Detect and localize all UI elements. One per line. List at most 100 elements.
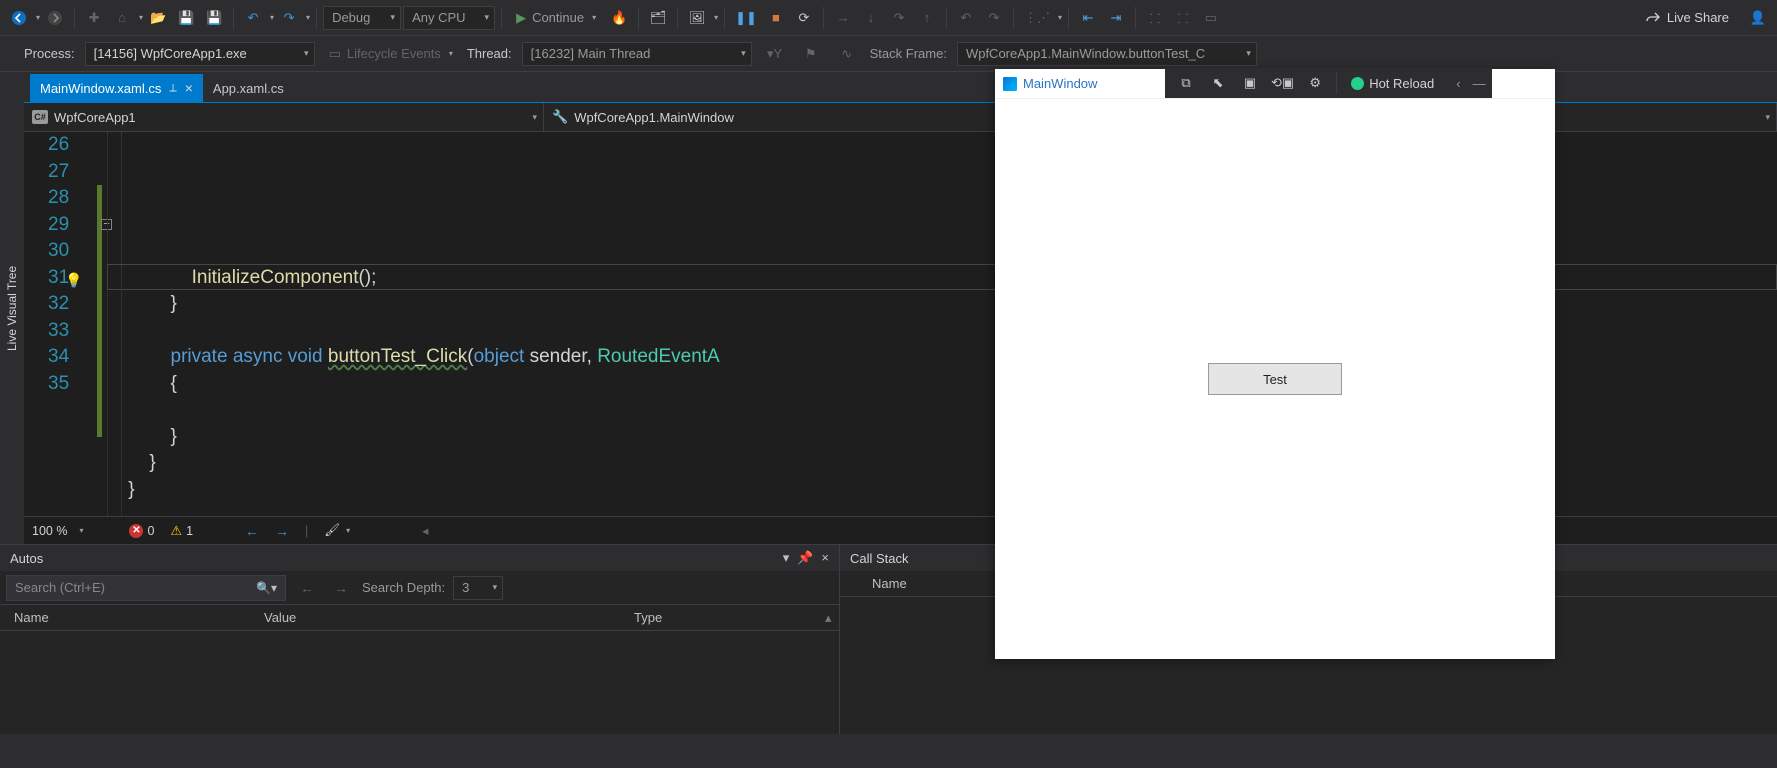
lifecycle-events-button[interactable]: ▭ Lifecycle Events ▾ bbox=[325, 41, 457, 67]
autos-columns: Name Value Type ▴ bbox=[0, 605, 839, 631]
autos-title: Autos bbox=[10, 551, 43, 566]
chevron-down-icon[interactable]: ▾ bbox=[36, 13, 40, 22]
redo-button[interactable]: ↷ bbox=[276, 5, 302, 31]
visual-tree-icon[interactable]: ⧉ bbox=[1171, 70, 1201, 96]
callstack-title: Call Stack bbox=[850, 551, 909, 566]
track-focused-icon[interactable]: ⟲▣ bbox=[1267, 70, 1298, 96]
csharp-project-icon: C# bbox=[32, 110, 48, 124]
panel-dropdown-icon[interactable]: ▾ bbox=[783, 550, 790, 566]
close-icon[interactable]: × bbox=[185, 80, 193, 96]
redo-history-icon[interactable]: ↷ bbox=[981, 5, 1007, 31]
live-visual-tree-tab[interactable]: Live Visual Tree bbox=[0, 72, 24, 544]
show-next-statement-button[interactable]: → bbox=[830, 5, 856, 31]
save-button[interactable]: 💾 bbox=[173, 5, 199, 31]
search-depth-dropdown[interactable]: 3 bbox=[453, 576, 503, 600]
nav-next-button[interactable]: → bbox=[275, 523, 289, 539]
nav-forward-button[interactable] bbox=[42, 5, 68, 31]
save-all-button[interactable]: 💾 bbox=[201, 5, 227, 31]
browse-button[interactable]: 🗂 bbox=[645, 5, 671, 31]
debug-context-bar: Process: [14156] WpfCoreApp1.exe ▭ Lifec… bbox=[0, 36, 1777, 72]
autos-search-input[interactable]: Search (Ctrl+E) 🔍▾ bbox=[6, 575, 286, 601]
class-icon: 🔧 bbox=[552, 109, 568, 125]
tab-mainwindow[interactable]: MainWindow.xaml.cs ⟂ × bbox=[30, 74, 203, 102]
chevron-down-icon[interactable]: ▾ bbox=[139, 13, 143, 22]
wpf-test-button[interactable]: Test bbox=[1208, 363, 1342, 395]
pin-icon[interactable]: 📌 bbox=[797, 550, 813, 566]
chevron-down-icon[interactable]: ▾ bbox=[714, 13, 718, 22]
undo-history-icon[interactable]: ↶ bbox=[953, 5, 979, 31]
screenshot-icon[interactable]: 🖼 bbox=[684, 5, 710, 31]
search-next-button[interactable]: → bbox=[328, 575, 354, 601]
step-out-button[interactable]: ↑ bbox=[914, 5, 940, 31]
user-icon[interactable]: 👤 bbox=[1745, 5, 1771, 31]
bookmark-icon[interactable]: ▭ bbox=[1198, 5, 1224, 31]
open-file-button[interactable]: 📂 bbox=[145, 5, 171, 31]
margin-gutter: − 💡 bbox=[79, 132, 107, 516]
lightbulb-icon[interactable]: 💡 bbox=[65, 267, 82, 294]
uncomment-icon[interactable]: ⸬ bbox=[1170, 5, 1196, 31]
stackframe-label: Stack Frame: bbox=[870, 46, 947, 61]
threads-icon[interactable]: ⚑ bbox=[798, 41, 824, 67]
autos-panel: Autos ▾ 📌 × Search (Ctrl+E) 🔍▾ ← → Searc… bbox=[0, 545, 840, 734]
hot-reload-indicator[interactable]: Hot Reload bbox=[1343, 76, 1442, 91]
chart-icon[interactable]: ⋮⋰ bbox=[1020, 5, 1054, 31]
layout-adorners-icon[interactable]: ▣ bbox=[1235, 70, 1265, 96]
undo-button[interactable]: ↶ bbox=[240, 5, 266, 31]
live-share-icon bbox=[1645, 10, 1661, 26]
thread-dropdown[interactable]: [16232] Main Thread bbox=[522, 42, 752, 66]
wpf-window-title: MainWindow bbox=[1023, 76, 1097, 91]
comment-icon[interactable]: ⸬ bbox=[1142, 5, 1168, 31]
stackframe-dropdown[interactable]: WpfCoreApp1.MainWindow.buttonTest_C bbox=[957, 42, 1257, 66]
wpf-debug-toolbar: ⧉ ⬉ ▣ ⟲▣ ⚙ Hot Reload ‹ — bbox=[1165, 68, 1492, 98]
pin-icon[interactable]: ⟂ bbox=[169, 82, 176, 95]
chevron-down-icon[interactable]: ▾ bbox=[270, 13, 274, 22]
indent-less-icon[interactable]: ⇤ bbox=[1075, 5, 1101, 31]
live-share-button[interactable]: Live Share bbox=[1635, 10, 1739, 26]
wpf-app-window[interactable]: ⧉ ⬉ ▣ ⟲▣ ⚙ Hot Reload ‹ — MainWindow Tes… bbox=[995, 69, 1555, 659]
scroll-up-icon[interactable]: ▴ bbox=[811, 610, 839, 626]
stop-button[interactable]: ■ bbox=[763, 5, 789, 31]
tab-appxaml[interactable]: App.xaml.cs bbox=[203, 74, 294, 102]
config-dropdown[interactable]: Debug bbox=[323, 6, 401, 30]
warning-icon: ⚠ bbox=[170, 523, 182, 539]
error-icon: ✕ bbox=[129, 524, 143, 538]
search-prev-button[interactable]: ← bbox=[294, 575, 320, 601]
errors-count[interactable]: ✕0 bbox=[129, 524, 154, 538]
chevron-left-icon[interactable]: ‹ bbox=[1456, 76, 1460, 91]
continue-button[interactable]: ▶Continue▾ bbox=[508, 5, 604, 31]
pause-button[interactable]: ❚❚ bbox=[731, 5, 761, 31]
nav-back-button[interactable] bbox=[6, 5, 32, 31]
cleanup-icon[interactable]: 🖌▾ bbox=[324, 523, 350, 538]
restart-button[interactable]: ⟳ bbox=[791, 5, 817, 31]
filter-icon[interactable]: ▾Y bbox=[762, 41, 788, 67]
flag-icon[interactable]: ∿ bbox=[834, 41, 860, 67]
col-type[interactable]: Type bbox=[620, 610, 811, 625]
step-into-button[interactable]: ↓ bbox=[858, 5, 884, 31]
line-number-gutter: 26272829303132333435 bbox=[24, 132, 79, 516]
warnings-count[interactable]: ⚠1 bbox=[170, 523, 193, 539]
col-name[interactable]: Name bbox=[858, 576, 921, 591]
search-depth-label: Search Depth: bbox=[362, 580, 445, 595]
chevron-down-icon[interactable]: ▾ bbox=[306, 13, 310, 22]
col-value[interactable]: Value bbox=[250, 610, 620, 625]
indent-more-icon[interactable]: ⇥ bbox=[1103, 5, 1129, 31]
wpf-app-icon bbox=[1003, 77, 1017, 91]
process-label: Process: bbox=[24, 46, 75, 61]
zoom-dropdown[interactable]: 100 % ▾ bbox=[32, 524, 83, 538]
settings-icon[interactable]: ⚙ bbox=[1300, 70, 1330, 96]
minimize-icon[interactable]: — bbox=[1473, 76, 1486, 91]
col-name[interactable]: Name bbox=[0, 610, 250, 625]
step-over-button[interactable]: ↷ bbox=[886, 5, 912, 31]
new-item-button[interactable]: ✚ bbox=[81, 5, 107, 31]
close-icon[interactable]: × bbox=[821, 550, 829, 566]
thread-label: Thread: bbox=[467, 46, 512, 61]
select-element-icon[interactable]: ⬉ bbox=[1203, 70, 1233, 96]
nav-prev-button[interactable]: ← bbox=[245, 523, 259, 539]
search-icon[interactable]: 🔍▾ bbox=[256, 581, 277, 595]
project-dropdown[interactable]: C# WpfCoreApp1 bbox=[24, 103, 544, 131]
chevron-down-icon[interactable]: ▾ bbox=[1058, 13, 1062, 22]
process-dropdown[interactable]: [14156] WpfCoreApp1.exe bbox=[85, 42, 315, 66]
hot-reload-icon[interactable]: 🔥 bbox=[606, 5, 632, 31]
platform-dropdown[interactable]: Any CPU bbox=[403, 6, 495, 30]
home-button[interactable]: ⌂ bbox=[109, 5, 135, 31]
